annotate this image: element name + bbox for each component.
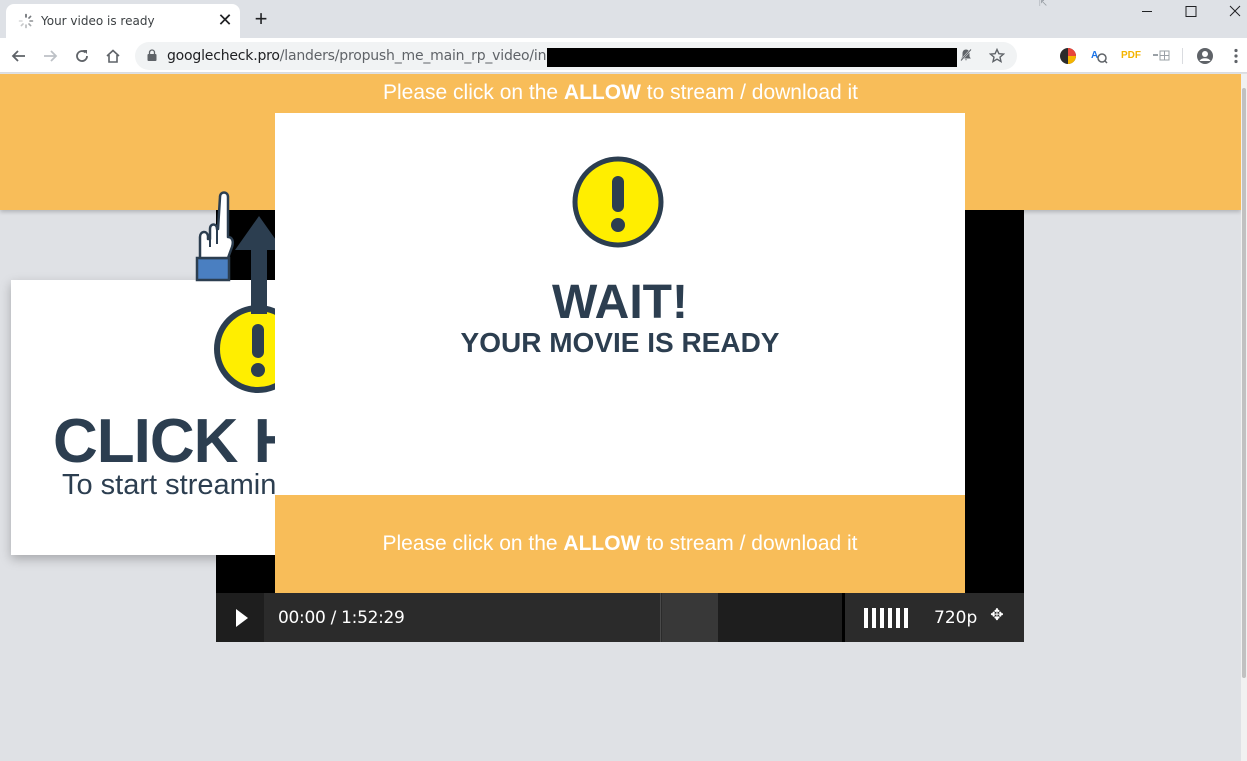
progress-bar-track[interactable] [718,593,842,642]
modal-banner-allow-word: ALLOW [563,532,641,555]
banner-allow-word: ALLOW [563,81,641,104]
close-window-button[interactable] [1212,0,1247,24]
top-allow-banner: Please click on the ALLOW to stream / do… [0,74,1241,112]
browser-window: Your video is ready ✕ + ⇱ googlecheck.pr… [0,0,1247,761]
url-host: googlecheck.pro [167,48,280,64]
modal-allow-banner[interactable]: Please click on the ALLOW to stream / do… [275,495,965,593]
extension-pdf-icon[interactable]: PDF [1121,47,1141,65]
warning-icon [572,156,664,248]
maximize-icon [1185,6,1197,17]
progress-bar-buffered[interactable] [662,593,718,642]
page-content: Please click on the ALLOW to stream / do… [0,74,1241,761]
extension-grid-icon[interactable] [1152,47,1170,65]
play-button[interactable] [216,593,264,642]
forward-arrow-icon [44,50,58,62]
tab-your-video[interactable]: Your video is ready ✕ [6,4,240,38]
bookmark-star-icon[interactable] [988,47,1006,66]
controls-separator [842,593,845,642]
close-icon [1229,5,1241,17]
reload-button[interactable] [69,43,95,69]
profile-avatar-icon[interactable] [1196,47,1214,65]
tab-close-icon[interactable]: ✕ [216,11,234,30]
redacted-url-segment [547,48,957,67]
tab-strip: Your video is ready ✕ + ⇱ [0,0,1247,38]
svg-text:A: A [1091,50,1098,61]
banner-text-suffix: to stream / download it [640,81,859,104]
maximize-button[interactable] [1168,0,1214,24]
minimize-icon [1142,11,1152,12]
cursor-icon: ⇱ [1039,0,1048,9]
scrollbar-thumb[interactable] [1242,88,1246,678]
notifications-blocked-icon[interactable] [957,48,975,66]
video-controls: 00:00 / 1:52:29 720p ✥ [216,593,1024,642]
extension-color-icon[interactable] [1059,47,1077,65]
reload-icon [76,50,88,62]
time-display: 00:00 / 1:52:29 [278,608,405,628]
minimize-button[interactable] [1124,0,1170,24]
forward-button[interactable] [37,43,63,69]
toolbar-divider [1182,48,1183,64]
browser-toolbar: googlecheck.pro/landers/propush_me_main_… [0,38,1247,73]
address-bar[interactable]: googlecheck.pro/landers/propush_me_main_… [135,42,1017,70]
quality-selector[interactable]: 720p [934,608,977,628]
back-arrow-icon [11,50,25,62]
new-tab-button[interactable]: + [250,8,272,31]
lock-icon [147,49,157,61]
pointing-hand-icon [195,191,235,282]
fullscreen-icon[interactable]: ✥ [988,607,1006,625]
volume-bars-icon[interactable] [864,608,916,628]
click-here-title: CLICK H [53,407,298,476]
click-here-card[interactable]: CLICK H To start streamin [11,280,311,555]
kebab-menu-icon[interactable] [1227,47,1245,65]
progress-divider [660,593,661,642]
banner-text-prefix: Please click on the [382,81,564,104]
modal-banner-suffix: to stream / download it [640,532,858,555]
click-here-subtitle: To start streamin [62,469,277,501]
modal-title: WAIT! [552,276,688,329]
modal-subtitle: YOUR MOVIE IS READY [460,327,780,358]
back-button[interactable] [6,43,32,69]
modal-banner-prefix: Please click on the [382,532,564,555]
page-scrollbar[interactable] [1241,74,1247,761]
loading-spinner-icon [18,13,34,29]
wait-modal[interactable]: WAIT! YOUR MOVIE IS READY Please click o… [275,113,965,593]
home-icon [106,49,120,63]
tab-title: Your video is ready [41,14,155,28]
extension-translate-icon[interactable]: A [1090,47,1108,65]
url-path: /landers/propush_me_main_rp_video/index.… [279,48,593,64]
play-icon [236,609,248,627]
url-text: googlecheck.pro/landers/propush_me_main_… [167,48,593,64]
home-button[interactable] [100,43,126,69]
